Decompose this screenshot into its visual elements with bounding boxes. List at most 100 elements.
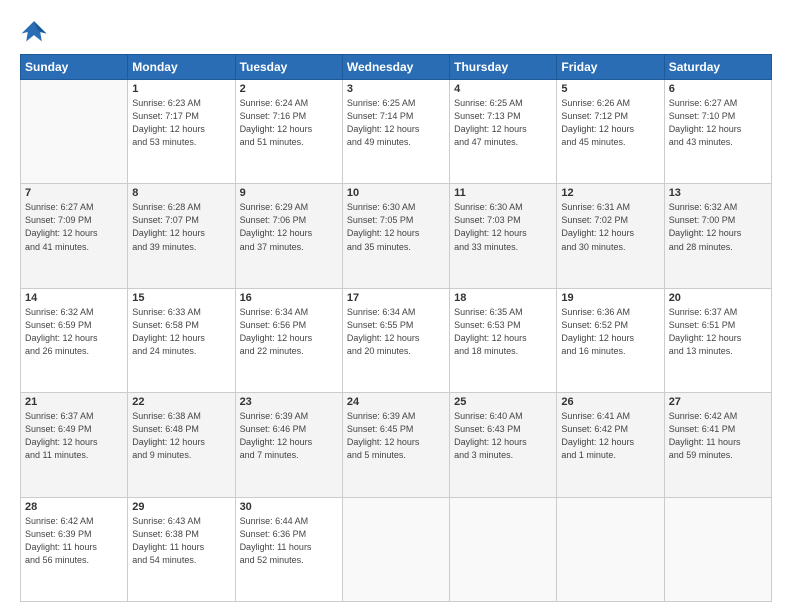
- calendar-cell: 10 Sunrise: 6:30 AMSunset: 7:05 PMDayligh…: [342, 184, 449, 288]
- day-number: 3: [347, 83, 445, 95]
- calendar-cell: 25 Sunrise: 6:40 AMSunset: 6:43 PMDayligh…: [450, 393, 557, 497]
- weekday-header: Thursday: [450, 55, 557, 80]
- day-info: Sunrise: 6:44 AMSunset: 6:36 PMDaylight:…: [240, 515, 338, 567]
- day-number: 28: [25, 501, 123, 513]
- day-number: 25: [454, 396, 552, 408]
- day-info: Sunrise: 6:31 AMSunset: 7:02 PMDaylight:…: [561, 201, 659, 253]
- day-info: Sunrise: 6:34 AMSunset: 6:56 PMDaylight:…: [240, 306, 338, 358]
- calendar-cell: [450, 497, 557, 601]
- calendar-cell: 22 Sunrise: 6:38 AMSunset: 6:48 PMDayligh…: [128, 393, 235, 497]
- day-info: Sunrise: 6:30 AMSunset: 7:03 PMDaylight:…: [454, 201, 552, 253]
- weekday-header: Friday: [557, 55, 664, 80]
- day-info: Sunrise: 6:33 AMSunset: 6:58 PMDaylight:…: [132, 306, 230, 358]
- day-number: 7: [25, 187, 123, 199]
- calendar-cell: 29 Sunrise: 6:43 AMSunset: 6:38 PMDayligh…: [128, 497, 235, 601]
- calendar-cell: 2 Sunrise: 6:24 AMSunset: 7:16 PMDaylight…: [235, 80, 342, 184]
- calendar-cell: 5Sunrise: 6:26 AMSunset: 7:12 PMDaylight…: [557, 80, 664, 184]
- day-info: Sunrise: 6:23 AMSunset: 7:17 PMDaylight:…: [132, 97, 230, 149]
- calendar-cell: 26 Sunrise: 6:41 AMSunset: 6:42 PMDayligh…: [557, 393, 664, 497]
- day-number: 13: [669, 187, 767, 199]
- day-info: Sunrise: 6:32 AMSunset: 6:59 PMDaylight:…: [25, 306, 123, 358]
- calendar-cell: [21, 80, 128, 184]
- calendar-cell: 19 Sunrise: 6:36 AMSunset: 6:52 PMDayligh…: [557, 288, 664, 392]
- day-number: 6: [669, 83, 767, 95]
- day-info: Sunrise: 6:38 AMSunset: 6:48 PMDaylight:…: [132, 410, 230, 462]
- calendar-cell: 18 Sunrise: 6:35 AMSunset: 6:53 PMDayligh…: [450, 288, 557, 392]
- day-info: Sunrise: 6:37 AMSunset: 6:51 PMDaylight:…: [669, 306, 767, 358]
- calendar-cell: 7 Sunrise: 6:27 AMSunset: 7:09 PMDaylight…: [21, 184, 128, 288]
- day-number: 9: [240, 187, 338, 199]
- calendar-week-row: 28Sunrise: 6:42 AMSunset: 6:39 PMDayligh…: [21, 497, 772, 601]
- day-number: 18: [454, 292, 552, 304]
- day-info: Sunrise: 6:35 AMSunset: 6:53 PMDaylight:…: [454, 306, 552, 358]
- weekday-header: Sunday: [21, 55, 128, 80]
- calendar-cell: [342, 497, 449, 601]
- day-info: Sunrise: 6:43 AMSunset: 6:38 PMDaylight:…: [132, 515, 230, 567]
- header: [20, 18, 772, 46]
- day-number: 14: [25, 292, 123, 304]
- calendar-cell: 20Sunrise: 6:37 AMSunset: 6:51 PMDayligh…: [664, 288, 771, 392]
- day-number: 11: [454, 187, 552, 199]
- calendar-week-row: 14 Sunrise: 6:32 AMSunset: 6:59 PMDayligh…: [21, 288, 772, 392]
- day-number: 29: [132, 501, 230, 513]
- calendar-week-row: 21Sunrise: 6:37 AMSunset: 6:49 PMDayligh…: [21, 393, 772, 497]
- day-number: 22: [132, 396, 230, 408]
- calendar: SundayMondayTuesdayWednesdayThursdayFrid…: [20, 54, 772, 602]
- calendar-cell: [557, 497, 664, 601]
- calendar-cell: 3 Sunrise: 6:25 AMSunset: 7:14 PMDaylight…: [342, 80, 449, 184]
- calendar-week-row: 7 Sunrise: 6:27 AMSunset: 7:09 PMDaylight…: [21, 184, 772, 288]
- calendar-cell: 23 Sunrise: 6:39 AMSunset: 6:46 PMDayligh…: [235, 393, 342, 497]
- day-number: 10: [347, 187, 445, 199]
- day-info: Sunrise: 6:39 AMSunset: 6:46 PMDaylight:…: [240, 410, 338, 462]
- day-number: 26: [561, 396, 659, 408]
- calendar-cell: 12 Sunrise: 6:31 AMSunset: 7:02 PMDayligh…: [557, 184, 664, 288]
- day-info: Sunrise: 6:41 AMSunset: 6:42 PMDaylight:…: [561, 410, 659, 462]
- weekday-header: Monday: [128, 55, 235, 80]
- day-info: Sunrise: 6:34 AMSunset: 6:55 PMDaylight:…: [347, 306, 445, 358]
- calendar-cell: 11 Sunrise: 6:30 AMSunset: 7:03 PMDayligh…: [450, 184, 557, 288]
- day-number: 16: [240, 292, 338, 304]
- day-info: Sunrise: 6:29 AMSunset: 7:06 PMDaylight:…: [240, 201, 338, 253]
- calendar-header-row: SundayMondayTuesdayWednesdayThursdayFrid…: [21, 55, 772, 80]
- day-info: Sunrise: 6:30 AMSunset: 7:05 PMDaylight:…: [347, 201, 445, 253]
- page: SundayMondayTuesdayWednesdayThursdayFrid…: [0, 0, 792, 612]
- calendar-cell: 14 Sunrise: 6:32 AMSunset: 6:59 PMDayligh…: [21, 288, 128, 392]
- calendar-week-row: 1 Sunrise: 6:23 AMSunset: 7:17 PMDaylight…: [21, 80, 772, 184]
- day-number: 12: [561, 187, 659, 199]
- day-info: Sunrise: 6:26 AMSunset: 7:12 PMDaylight:…: [561, 97, 659, 149]
- day-number: 8: [132, 187, 230, 199]
- calendar-cell: 17 Sunrise: 6:34 AMSunset: 6:55 PMDayligh…: [342, 288, 449, 392]
- weekday-header: Tuesday: [235, 55, 342, 80]
- calendar-cell: 9 Sunrise: 6:29 AMSunset: 7:06 PMDaylight…: [235, 184, 342, 288]
- day-info: Sunrise: 6:27 AMSunset: 7:10 PMDaylight:…: [669, 97, 767, 149]
- calendar-cell: 16 Sunrise: 6:34 AMSunset: 6:56 PMDayligh…: [235, 288, 342, 392]
- calendar-cell: 4Sunrise: 6:25 AMSunset: 7:13 PMDaylight…: [450, 80, 557, 184]
- day-number: 23: [240, 396, 338, 408]
- calendar-cell: 30 Sunrise: 6:44 AMSunset: 6:36 PMDayligh…: [235, 497, 342, 601]
- day-number: 2: [240, 83, 338, 95]
- day-info: Sunrise: 6:27 AMSunset: 7:09 PMDaylight:…: [25, 201, 123, 253]
- calendar-cell: 27Sunrise: 6:42 AMSunset: 6:41 PMDayligh…: [664, 393, 771, 497]
- weekday-header: Wednesday: [342, 55, 449, 80]
- logo: [20, 18, 52, 46]
- day-number: 15: [132, 292, 230, 304]
- day-info: Sunrise: 6:24 AMSunset: 7:16 PMDaylight:…: [240, 97, 338, 149]
- calendar-cell: 15 Sunrise: 6:33 AMSunset: 6:58 PMDayligh…: [128, 288, 235, 392]
- calendar-cell: 21Sunrise: 6:37 AMSunset: 6:49 PMDayligh…: [21, 393, 128, 497]
- day-info: Sunrise: 6:25 AMSunset: 7:14 PMDaylight:…: [347, 97, 445, 149]
- calendar-cell: 1 Sunrise: 6:23 AMSunset: 7:17 PMDaylight…: [128, 80, 235, 184]
- day-info: Sunrise: 6:40 AMSunset: 6:43 PMDaylight:…: [454, 410, 552, 462]
- day-number: 17: [347, 292, 445, 304]
- day-info: Sunrise: 6:37 AMSunset: 6:49 PMDaylight:…: [25, 410, 123, 462]
- day-number: 30: [240, 501, 338, 513]
- day-info: Sunrise: 6:28 AMSunset: 7:07 PMDaylight:…: [132, 201, 230, 253]
- calendar-cell: 6 Sunrise: 6:27 AMSunset: 7:10 PMDaylight…: [664, 80, 771, 184]
- logo-icon: [20, 18, 48, 46]
- day-number: 24: [347, 396, 445, 408]
- day-number: 1: [132, 83, 230, 95]
- calendar-cell: [664, 497, 771, 601]
- day-info: Sunrise: 6:39 AMSunset: 6:45 PMDaylight:…: [347, 410, 445, 462]
- calendar-cell: 13Sunrise: 6:32 AMSunset: 7:00 PMDayligh…: [664, 184, 771, 288]
- day-number: 19: [561, 292, 659, 304]
- day-info: Sunrise: 6:36 AMSunset: 6:52 PMDaylight:…: [561, 306, 659, 358]
